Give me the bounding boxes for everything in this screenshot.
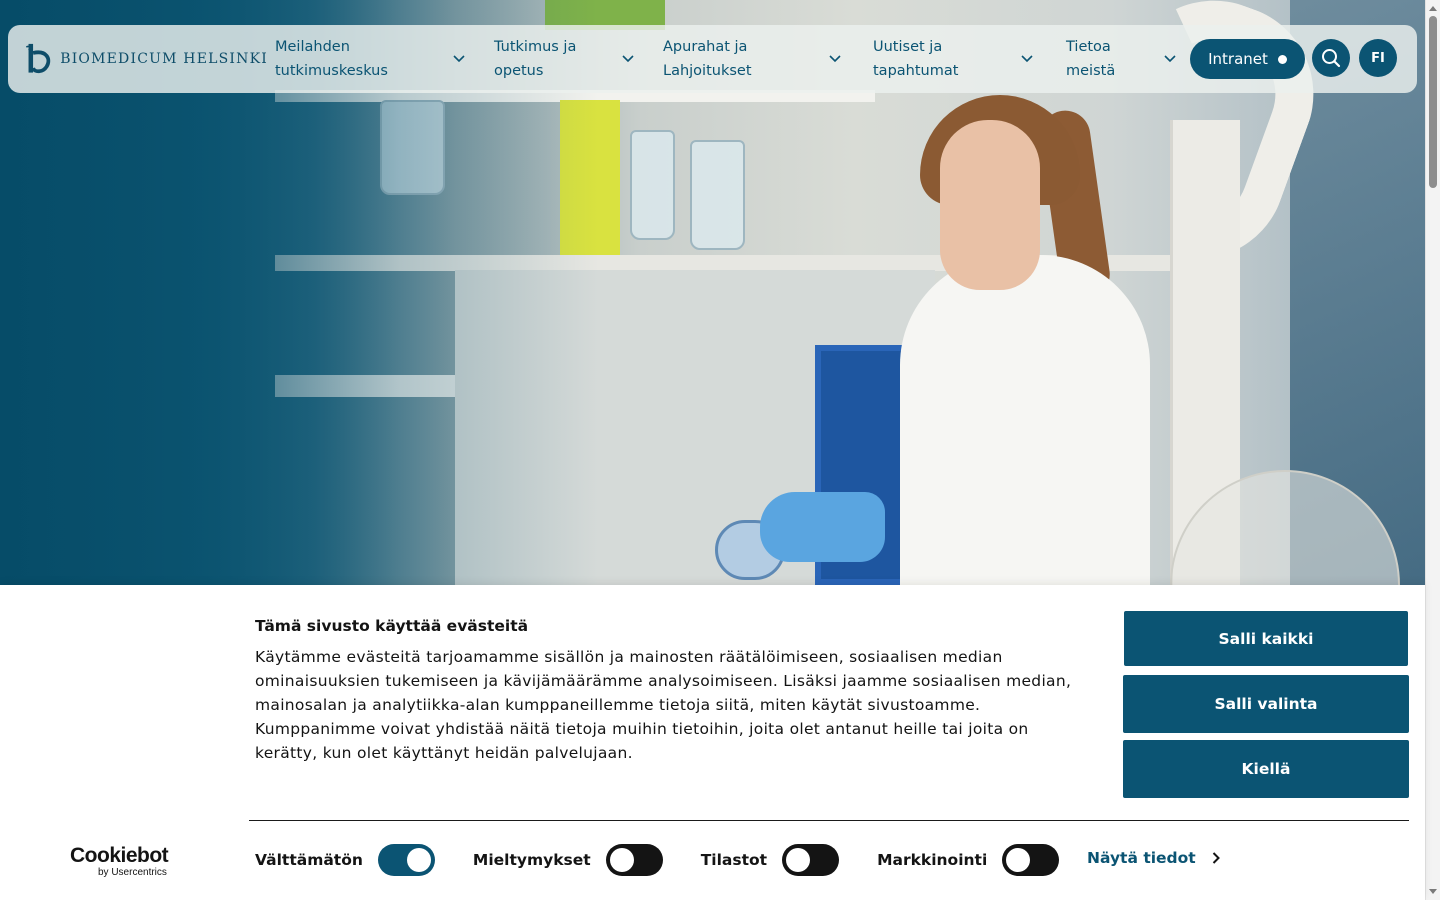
nav-item-label: Tietoa meistä <box>1066 35 1151 83</box>
language-button[interactable]: FI <box>1359 39 1397 77</box>
necessary-switch[interactable] <box>377 844 435 876</box>
cookiebot-logo[interactable]: Cookiebot by Usercentrics <box>70 844 176 879</box>
cookiebot-wordmark: Cookiebot <box>70 844 169 867</box>
toggle-label: Välttämätön <box>255 851 363 869</box>
intranet-label: Intranet <box>1208 50 1268 68</box>
preferences-switch[interactable] <box>605 844 663 876</box>
site-logo[interactable]: BIOMEDICUM HELSINKI <box>8 25 268 93</box>
search-button[interactable] <box>1312 39 1350 77</box>
scroll-down-arrow-icon[interactable] <box>1429 889 1437 894</box>
nav-label-line: opetus <box>494 63 544 79</box>
nav-item-label: Uutiset ja tapahtumat <box>873 35 1008 83</box>
scrollbar-thumb[interactable] <box>1429 16 1437 188</box>
nav-item-tietoa-meista[interactable]: Tietoa meistä <box>1066 25 1176 93</box>
chevron-down-icon[interactable] <box>1021 55 1033 63</box>
cookie-banner-body: Käytämme evästeitä tarjoamamme sisällön … <box>255 648 1072 762</box>
scroll-up-arrow-icon[interactable] <box>1429 6 1437 11</box>
chevron-right-icon <box>1212 852 1220 864</box>
nav-label-line: tutkimuskeskus <box>275 63 388 79</box>
chevron-down-icon[interactable] <box>829 55 841 63</box>
nav-label-line: tapahtumat <box>873 63 959 79</box>
nav-label-line: Meilahden <box>275 39 350 55</box>
consent-toggles: Välttämätön Mieltymykset Tilastot Markki… <box>255 844 1060 876</box>
switch-knob <box>1006 848 1031 872</box>
nav-label-line: Tietoa <box>1066 39 1111 55</box>
deny-button[interactable]: Kiellä <box>1123 740 1409 798</box>
search-icon <box>1322 49 1341 68</box>
switch-knob <box>786 848 811 872</box>
cookie-consent-banner: Tämä sivusto käyttää evästeitä Käytämme … <box>0 585 1425 900</box>
nav-label-line: Lahjoitukset <box>663 63 752 79</box>
language-label: FI <box>1371 50 1385 66</box>
nav-label-line: Apurahat ja <box>663 39 748 55</box>
divider <box>249 820 1409 821</box>
nav-label-line: meistä <box>1066 63 1116 79</box>
allow-selection-button[interactable]: Salli valinta <box>1123 675 1409 733</box>
toggle-marketing: Markkinointi <box>877 844 1060 876</box>
main-nav: Meilahden tutkimuskeskus Tutkimus ja ope… <box>275 25 1176 93</box>
chevron-down-icon[interactable] <box>622 55 634 63</box>
statistics-switch[interactable] <box>782 844 840 876</box>
intranet-button[interactable]: Intranet <box>1190 39 1305 79</box>
toggle-label: Tilastot <box>700 851 768 869</box>
dot-icon <box>1277 54 1287 64</box>
nav-item-apurahat-ja-lahjoitukset[interactable]: Apurahat ja Lahjoitukset <box>663 25 841 93</box>
nav-label-line: Tutkimus ja <box>494 39 577 55</box>
marketing-switch[interactable] <box>1002 844 1060 876</box>
chevron-down-icon[interactable] <box>1164 55 1176 63</box>
nav-item-label: Apurahat ja Lahjoitukset <box>663 35 813 83</box>
switch-knob <box>406 848 431 872</box>
toggle-label: Markkinointi <box>877 851 988 869</box>
toggle-label: Mieltymykset <box>472 851 591 869</box>
allow-all-button[interactable]: Salli kaikki <box>1124 611 1408 666</box>
biomedicum-logo-icon <box>25 43 51 74</box>
nav-label-line: Uutiset ja <box>873 39 943 55</box>
show-details-label: Näytä tiedot <box>1087 849 1196 867</box>
toggle-preferences: Mieltymykset <box>473 844 663 876</box>
cookiebot-byline: by Usercentrics <box>98 867 167 878</box>
nav-item-label: Tutkimus ja opetus <box>494 35 609 83</box>
toggle-statistics: Tilastot <box>700 844 840 876</box>
switch-knob <box>609 848 634 872</box>
page-scrollbar[interactable] <box>1425 0 1440 900</box>
chevron-down-icon[interactable] <box>453 55 465 63</box>
nav-item-uutiset-ja-tapahtumat[interactable]: Uutiset ja tapahtumat <box>873 25 1033 93</box>
show-details-link[interactable]: Näytä tiedot <box>1087 849 1220 867</box>
nav-item-label: Meilahden tutkimuskeskus <box>275 35 440 83</box>
logo-text: BIOMEDICUM HELSINKI <box>60 51 268 67</box>
nav-item-meilahden-tutkimuskeskus[interactable]: Meilahden tutkimuskeskus <box>275 25 465 93</box>
cookie-banner-title: Tämä sivusto käyttää evästeitä <box>255 617 529 635</box>
nav-item-tutkimus-ja-opetus[interactable]: Tutkimus ja opetus <box>494 25 634 93</box>
site-header: BIOMEDICUM HELSINKI Meilahden tutkimuske… <box>8 25 1417 93</box>
toggle-necessary: Välttämätön <box>255 844 435 876</box>
